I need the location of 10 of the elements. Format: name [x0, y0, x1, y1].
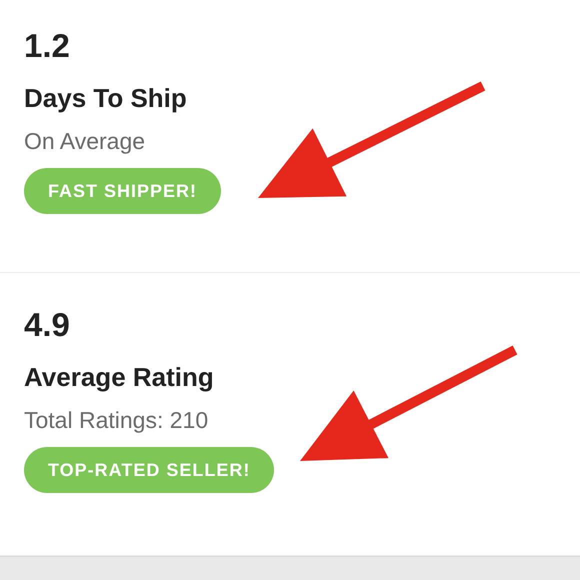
arrow-icon [300, 346, 518, 461]
stat-sublabel: On Average [24, 127, 146, 156]
stat-sublabel: Total Ratings: 210 [24, 406, 208, 435]
stat-label: Average Rating [24, 361, 214, 393]
stat-value: 4.9 [24, 305, 70, 345]
stat-label: Days To Ship [24, 82, 187, 114]
badge: FAST SHIPPER! [24, 168, 222, 214]
badge: TOP-RATED SELLER! [24, 447, 274, 493]
stat-value: 1.2 [24, 26, 70, 66]
arrow-icon [258, 82, 486, 198]
